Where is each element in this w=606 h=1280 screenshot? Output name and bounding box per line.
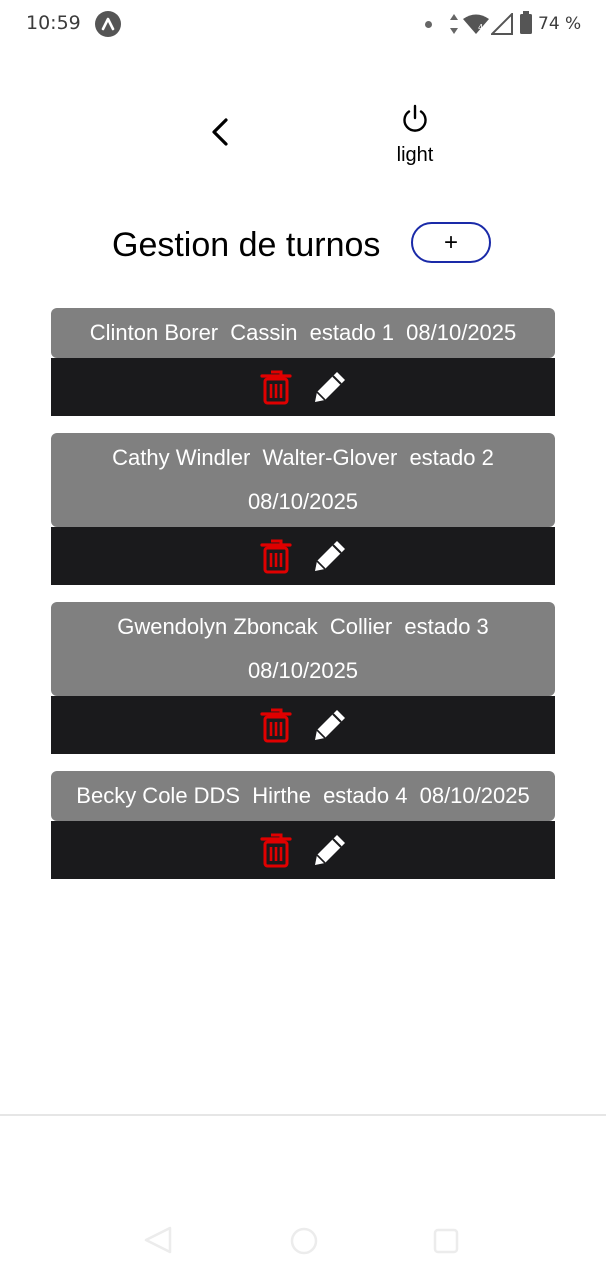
pencil-icon[interactable] bbox=[312, 832, 348, 868]
signal-icon bbox=[489, 11, 513, 40]
nav-back-icon[interactable] bbox=[143, 1226, 173, 1259]
notification-dot-icon bbox=[425, 21, 432, 28]
turno-date: 08/10/2025 bbox=[406, 320, 517, 345]
pencil-icon[interactable] bbox=[312, 369, 348, 405]
android-app-icon bbox=[95, 11, 121, 37]
turno-estado: estado 4 bbox=[323, 783, 408, 808]
turno-actions bbox=[51, 821, 555, 879]
turno-date: 08/10/2025 bbox=[247, 658, 359, 683]
turno-actions bbox=[51, 358, 555, 416]
battery-percentage: 74 % bbox=[538, 14, 582, 34]
turno-name: Gwendolyn Zboncak bbox=[117, 614, 318, 639]
svg-text:4: 4 bbox=[478, 23, 483, 32]
turno-company: Walter-Glover bbox=[262, 445, 398, 470]
trash-icon[interactable] bbox=[258, 538, 294, 574]
theme-label: light bbox=[396, 144, 434, 166]
power-icon bbox=[385, 103, 445, 140]
turno-company: Collier bbox=[329, 614, 393, 639]
turno-list: Clinton Borer Cassin estado 1 08/10/2025 bbox=[51, 308, 555, 896]
turno-card: Clinton Borer Cassin estado 1 08/10/2025 bbox=[51, 308, 555, 416]
battery-icon bbox=[519, 11, 533, 40]
turno-info: Becky Cole DDS Hirthe estado 4 08/10/202… bbox=[51, 771, 555, 821]
turno-company: Hirthe bbox=[252, 783, 311, 808]
status-bar: 10:59 4 74 % bbox=[0, 0, 606, 50]
turno-estado: estado 3 bbox=[404, 614, 489, 639]
turno-card: Gwendolyn Zboncak Collier estado 3 08/10… bbox=[51, 602, 555, 754]
turno-card: Cathy Windler Walter-Glover estado 2 08/… bbox=[51, 433, 555, 585]
turno-actions bbox=[51, 696, 555, 754]
turno-name: Cathy Windler bbox=[112, 445, 251, 470]
status-time: 10:59 bbox=[26, 12, 81, 34]
turno-info: Gwendolyn Zboncak Collier estado 3 08/10… bbox=[51, 602, 555, 696]
turno-info: Cathy Windler Walter-Glover estado 2 08/… bbox=[51, 433, 555, 527]
trash-icon[interactable] bbox=[258, 707, 294, 743]
turno-name: Clinton Borer bbox=[89, 320, 219, 345]
turno-actions bbox=[51, 527, 555, 585]
turno-company: Cassin bbox=[230, 320, 298, 345]
turno-estado: estado 1 bbox=[309, 320, 395, 345]
turno-date: 08/10/2025 bbox=[247, 489, 359, 514]
nav-recents-icon[interactable] bbox=[433, 1228, 459, 1259]
wifi-icon: 4 bbox=[462, 13, 490, 40]
chevron-left-icon bbox=[209, 117, 231, 152]
nav-home-icon[interactable] bbox=[290, 1227, 318, 1260]
page-title: Gestion de turnos bbox=[112, 226, 381, 264]
turno-date: 08/10/2025 bbox=[419, 783, 530, 808]
turno-estado: estado 2 bbox=[409, 445, 494, 470]
nav-divider bbox=[0, 1114, 606, 1116]
pencil-icon[interactable] bbox=[312, 538, 348, 574]
trash-icon[interactable] bbox=[258, 369, 294, 405]
turno-name: Becky Cole DDS bbox=[76, 783, 241, 808]
add-turno-button[interactable]: + bbox=[411, 222, 491, 263]
data-arrows-icon bbox=[449, 12, 459, 41]
pencil-icon[interactable] bbox=[312, 707, 348, 743]
theme-toggle-button[interactable]: light bbox=[385, 103, 445, 169]
turno-info: Clinton Borer Cassin estado 1 08/10/2025 bbox=[51, 308, 555, 358]
turno-card: Becky Cole DDS Hirthe estado 4 08/10/202… bbox=[51, 771, 555, 879]
back-button[interactable] bbox=[200, 110, 240, 158]
trash-icon[interactable] bbox=[258, 832, 294, 868]
